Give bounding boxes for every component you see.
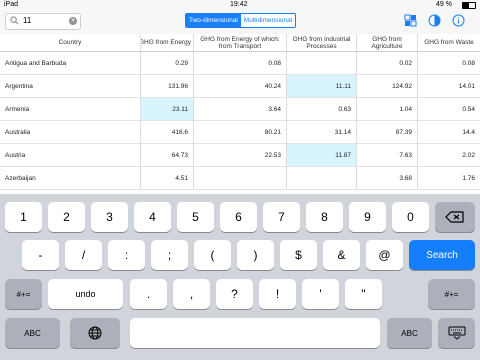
table-cell-match[interactable]: 11.11	[287, 75, 357, 98]
table-cell[interactable]: 0.29	[141, 52, 194, 75]
data-table: Country GHG from Energy GHG from Energy …	[0, 34, 480, 194]
backspace-icon	[445, 211, 464, 223]
column-header-industrial[interactable]: GHG from Industrial Processes	[287, 34, 357, 52]
table-cell[interactable]: 80.21	[194, 121, 287, 144]
abc-key-right[interactable]: ABC	[387, 318, 432, 348]
table-cell[interactable]: 14.01	[418, 75, 480, 98]
table-cell[interactable]: 40.24	[194, 75, 287, 98]
key-slash[interactable]: /	[65, 240, 102, 270]
key-question[interactable]: ?	[216, 279, 253, 309]
key-minus[interactable]: -	[22, 240, 59, 270]
key-ampersand[interactable]: &	[323, 240, 360, 270]
globe-icon	[88, 326, 102, 340]
key-8[interactable]: 8	[306, 202, 343, 232]
table-cell[interactable]: 14.4	[418, 121, 480, 144]
hide-keyboard-key[interactable]	[438, 318, 475, 348]
table-cell[interactable]: 7.63	[357, 144, 418, 167]
table-row-country[interactable]: Armenia	[0, 98, 141, 121]
key-7[interactable]: 7	[263, 202, 300, 232]
column-header-transport[interactable]: GHG from Energy of which: from Transport	[194, 34, 287, 52]
table-cell[interactable]: 22.53	[194, 144, 287, 167]
battery-icon	[462, 2, 476, 9]
toolbar: 11 ✕ Two-dimensional Multidimensional	[0, 10, 480, 35]
key-period[interactable]: .	[130, 279, 167, 309]
table-row-country[interactable]: Australia	[0, 121, 141, 144]
table-cell[interactable]	[194, 167, 287, 190]
table-cell[interactable]: 416.6	[141, 121, 194, 144]
key-1[interactable]: 1	[5, 202, 42, 232]
undo-key[interactable]: undo	[48, 279, 123, 309]
table-cell[interactable]: 0.63	[287, 98, 357, 121]
table-row-country[interactable]: Azerbaijan	[0, 167, 141, 190]
clock: 19:42	[230, 1, 248, 8]
key-dollar[interactable]: $	[280, 240, 317, 270]
search-key[interactable]: Search	[409, 240, 475, 270]
abc-key-left[interactable]: ABC	[5, 318, 60, 348]
table-cell[interactable]: 131.96	[141, 75, 194, 98]
device-name: iPad	[4, 1, 19, 8]
table-cell[interactable]: 1.04	[357, 98, 418, 121]
table-cell[interactable]: 0.08	[194, 52, 287, 75]
table-cell[interactable]: 0.54	[418, 98, 480, 121]
table-cell[interactable]: 64.73	[141, 144, 194, 167]
key-9[interactable]: 9	[349, 202, 386, 232]
table-cell-match[interactable]: 23.11	[141, 98, 194, 121]
table-cell[interactable]: 31.14	[287, 121, 357, 144]
key-exclamation[interactable]: !	[259, 279, 296, 309]
search-icon	[10, 16, 19, 25]
table-cell[interactable]: 2.02	[418, 144, 480, 167]
multidimensional-tab[interactable]: Multidimensional	[240, 14, 296, 27]
table-cell[interactable]	[287, 52, 357, 75]
table-cell-match[interactable]: 11.87	[287, 144, 357, 167]
key-comma[interactable]: ,	[173, 279, 210, 309]
key-6[interactable]: 6	[220, 202, 257, 232]
key-apostrophe[interactable]: '	[302, 279, 339, 309]
symbols-key-right[interactable]: #+=	[428, 279, 475, 309]
table-cell[interactable]: 0.02	[357, 52, 418, 75]
column-header-agriculture[interactable]: GHG from Agriculture	[357, 34, 418, 52]
key-4[interactable]: 4	[134, 202, 171, 232]
globe-key[interactable]	[70, 318, 120, 348]
table-cell[interactable]: 124.92	[357, 75, 418, 98]
clear-icon[interactable]: ✕	[69, 17, 77, 25]
table-cell[interactable]: 3.68	[357, 167, 418, 190]
key-close-paren[interactable]: )	[237, 240, 274, 270]
key-colon[interactable]: :	[108, 240, 145, 270]
space-key[interactable]	[130, 318, 380, 348]
key-0[interactable]: 0	[392, 202, 429, 232]
on-screen-keyboard: 1 2 3 4 5 6 7 8 9 0 - / : ; ( ) $ & @ Se…	[0, 194, 480, 360]
battery-level: 49 %	[436, 1, 452, 8]
two-dimensional-tab[interactable]: Two-dimensional	[186, 14, 241, 27]
view-toggle: Two-dimensional Multidimensional	[185, 13, 297, 28]
key-open-paren[interactable]: (	[194, 240, 231, 270]
key-2[interactable]: 2	[48, 202, 85, 232]
table-cell[interactable]: 0.08	[418, 52, 480, 75]
keyboard-dismiss-icon	[448, 326, 465, 340]
symbols-key-left[interactable]: #+=	[5, 279, 42, 309]
key-semicolon[interactable]: ;	[151, 240, 188, 270]
column-header-waste[interactable]: GHG from Waste	[418, 34, 480, 52]
grid-layout-icon[interactable]	[404, 14, 417, 27]
column-header-energy[interactable]: GHG from Energy	[141, 34, 194, 52]
key-at[interactable]: @	[366, 240, 403, 270]
key-quote[interactable]: "	[345, 279, 382, 309]
info-icon[interactable]	[452, 14, 465, 27]
column-header-country[interactable]: Country	[0, 34, 141, 52]
table-cell[interactable]: 87.39	[357, 121, 418, 144]
backspace-key[interactable]	[435, 202, 475, 232]
contrast-icon[interactable]	[428, 14, 441, 27]
table-cell[interactable]	[287, 167, 357, 190]
key-5[interactable]: 5	[177, 202, 214, 232]
status-bar: iPad 19:42 49 %	[0, 0, 480, 10]
search-value: 11	[23, 16, 32, 25]
table-row-country[interactable]: Argentina	[0, 75, 141, 98]
table-row-country[interactable]: Antigua and Barbuda	[0, 52, 141, 75]
table-cell[interactable]: 1.76	[418, 167, 480, 190]
table-row-country[interactable]: Austria	[0, 144, 141, 167]
table-cell[interactable]: 4.51	[141, 167, 194, 190]
search-input[interactable]: 11 ✕	[5, 13, 81, 30]
key-3[interactable]: 3	[91, 202, 128, 232]
table-cell[interactable]: 3.64	[194, 98, 287, 121]
